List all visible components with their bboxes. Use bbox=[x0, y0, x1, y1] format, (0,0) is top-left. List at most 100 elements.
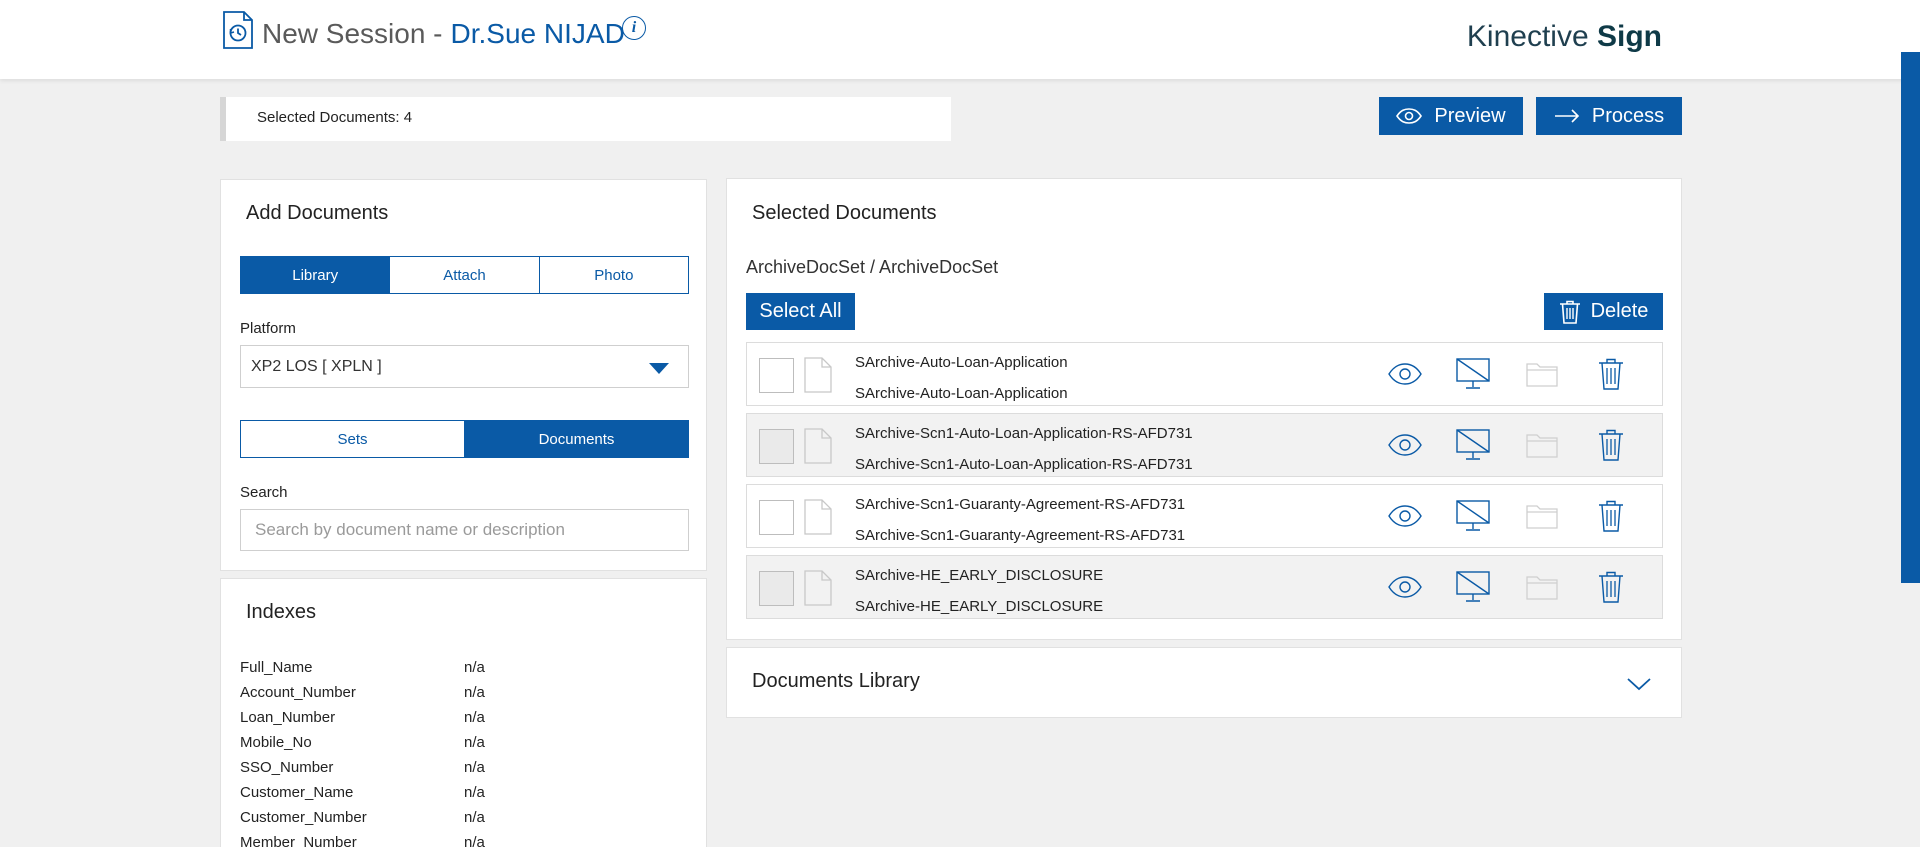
document-row: SArchive-Scn1-Guaranty-Agreement-RS-AFD7… bbox=[746, 484, 1663, 548]
document-name: SArchive-HE_EARLY_DISCLOSURE bbox=[855, 567, 1104, 584]
index-key: Full_Name bbox=[240, 659, 313, 676]
row-checkbox[interactable] bbox=[759, 429, 794, 464]
search-label: Search bbox=[240, 484, 288, 501]
document-row: SArchive-HE_EARLY_DISCLOSURE SArchive-HE… bbox=[746, 555, 1663, 619]
folder-icon[interactable] bbox=[1524, 357, 1560, 391]
trash-icon[interactable] bbox=[1593, 357, 1629, 391]
trash-icon[interactable] bbox=[1593, 428, 1629, 462]
chevron-down-icon[interactable] bbox=[1627, 676, 1651, 692]
row-checkbox[interactable] bbox=[759, 571, 794, 606]
delete-button[interactable]: Delete bbox=[1544, 293, 1663, 330]
docset-breadcrumb: ArchiveDocSet / ArchiveDocSet bbox=[746, 257, 999, 277]
eye-icon[interactable] bbox=[1387, 499, 1423, 533]
document-description: SArchive-HE_EARLY_DISCLOSURE bbox=[855, 598, 1104, 615]
eye-icon[interactable] bbox=[1387, 570, 1423, 604]
add-documents-title: Add Documents bbox=[246, 202, 389, 224]
index-row: Customer_Name n/a bbox=[240, 784, 640, 804]
monitor-disabled-icon[interactable] bbox=[1455, 499, 1491, 533]
source-tabs: Library Attach Photo bbox=[240, 256, 689, 294]
page-title: New Session - Dr.Sue NIJAD bbox=[262, 18, 625, 50]
toggle-documents[interactable]: Documents bbox=[464, 421, 688, 457]
selected-documents-panel: Selected Documents ArchiveDocSet / Archi… bbox=[726, 178, 1682, 640]
info-icon[interactable]: i bbox=[622, 16, 646, 40]
platform-label: Platform bbox=[240, 320, 296, 337]
index-value: n/a bbox=[464, 759, 485, 776]
documents-library-panel[interactable]: Documents Library bbox=[726, 647, 1682, 718]
process-label: Process bbox=[1591, 104, 1665, 127]
index-row: Account_Number n/a bbox=[240, 684, 640, 704]
brand-light: Kinective bbox=[1466, 20, 1589, 53]
index-row: SSO_Number n/a bbox=[240, 759, 640, 779]
title-prefix: New Session - bbox=[262, 18, 443, 49]
monitor-disabled-icon[interactable] bbox=[1455, 570, 1491, 604]
index-key: Mobile_No bbox=[240, 734, 312, 751]
selected-count-bar: Selected Documents: 4 bbox=[220, 97, 951, 141]
arrow-right-icon bbox=[1554, 109, 1580, 123]
index-row: Loan_Number n/a bbox=[240, 709, 640, 729]
eye-icon bbox=[1396, 108, 1423, 124]
folder-icon[interactable] bbox=[1524, 499, 1560, 533]
index-value: n/a bbox=[464, 784, 485, 801]
folder-icon[interactable] bbox=[1524, 428, 1560, 462]
document-description: SArchive-Scn1-Guaranty-Agreement-RS-AFD7… bbox=[855, 527, 1186, 544]
process-button[interactable]: Process bbox=[1536, 97, 1682, 135]
row-checkbox[interactable] bbox=[759, 358, 794, 393]
folder-icon[interactable] bbox=[1524, 570, 1560, 604]
preview-button[interactable]: Preview bbox=[1379, 97, 1523, 135]
index-key: SSO_Number bbox=[240, 759, 334, 776]
index-row: Mobile_No n/a bbox=[240, 734, 640, 754]
index-value: n/a bbox=[464, 809, 485, 826]
tab-photo[interactable]: Photo bbox=[538, 257, 688, 293]
select-all-button[interactable]: Select All bbox=[746, 293, 855, 330]
monitor-disabled-icon[interactable] bbox=[1455, 428, 1491, 462]
index-value: n/a bbox=[464, 834, 485, 847]
trash-icon[interactable] bbox=[1593, 499, 1629, 533]
selected-documents-title: Selected Documents bbox=[752, 202, 937, 224]
document-description: SArchive-Auto-Loan-Application bbox=[855, 385, 1068, 402]
file-icon bbox=[804, 428, 832, 464]
preview-label: Preview bbox=[1434, 104, 1506, 127]
index-value: n/a bbox=[464, 709, 485, 726]
index-key: Member_Number bbox=[240, 834, 357, 847]
document-row: SArchive-Auto-Loan-Application SArchive-… bbox=[746, 342, 1663, 406]
index-key: Loan_Number bbox=[240, 709, 336, 726]
search-input[interactable] bbox=[240, 509, 689, 551]
toggle-sets[interactable]: Sets bbox=[241, 421, 464, 457]
indexes-title: Indexes bbox=[246, 601, 317, 623]
file-icon bbox=[804, 570, 832, 606]
brand-bold: Sign bbox=[1597, 20, 1662, 53]
row-checkbox[interactable] bbox=[759, 500, 794, 535]
index-key: Customer_Name bbox=[240, 784, 354, 801]
platform-value: XP2 LOS [ XPLN ] bbox=[251, 358, 382, 375]
document-name: SArchive-Auto-Loan-Application bbox=[855, 354, 1068, 371]
documents-library-title: Documents Library bbox=[752, 670, 920, 692]
indexes-panel: Indexes Full_Name n/a Account_Number n/a L… bbox=[220, 578, 707, 847]
add-documents-panel: Add Documents Library Attach Photo Platf… bbox=[220, 179, 707, 571]
eye-icon[interactable] bbox=[1387, 428, 1423, 462]
index-key: Customer_Number bbox=[240, 809, 367, 826]
index-row: Full_Name n/a bbox=[240, 659, 640, 679]
index-row: Member_Number n/a bbox=[240, 834, 640, 847]
eye-icon[interactable] bbox=[1387, 357, 1423, 391]
tab-attach[interactable]: Attach bbox=[389, 257, 539, 293]
trash-icon bbox=[1559, 300, 1580, 324]
document-row: SArchive-Scn1-Auto-Loan-Application-RS-A… bbox=[746, 413, 1663, 477]
page-scrollbar[interactable] bbox=[1901, 52, 1920, 583]
file-icon bbox=[804, 357, 832, 393]
platform-select[interactable]: XP2 LOS [ XPLN ] bbox=[240, 345, 689, 388]
tab-library[interactable]: Library bbox=[241, 257, 390, 293]
index-value: n/a bbox=[464, 734, 485, 751]
index-key: Account_Number bbox=[240, 684, 356, 701]
document-history-icon bbox=[223, 11, 253, 49]
index-value: n/a bbox=[464, 684, 485, 701]
index-row: Customer_Number n/a bbox=[240, 809, 640, 829]
file-icon bbox=[804, 499, 832, 535]
monitor-disabled-icon[interactable] bbox=[1455, 357, 1491, 391]
brand-logo: Kinective Sign bbox=[1467, 20, 1662, 54]
trash-icon[interactable] bbox=[1593, 570, 1629, 604]
delete-label: Delete bbox=[1590, 300, 1649, 322]
selected-count-label: Selected Documents: 4 bbox=[257, 109, 413, 126]
index-value: n/a bbox=[464, 659, 485, 676]
document-name: SArchive-Scn1-Guaranty-Agreement-RS-AFD7… bbox=[855, 496, 1186, 513]
customer-name: Dr.Sue NIJAD bbox=[450, 18, 625, 49]
